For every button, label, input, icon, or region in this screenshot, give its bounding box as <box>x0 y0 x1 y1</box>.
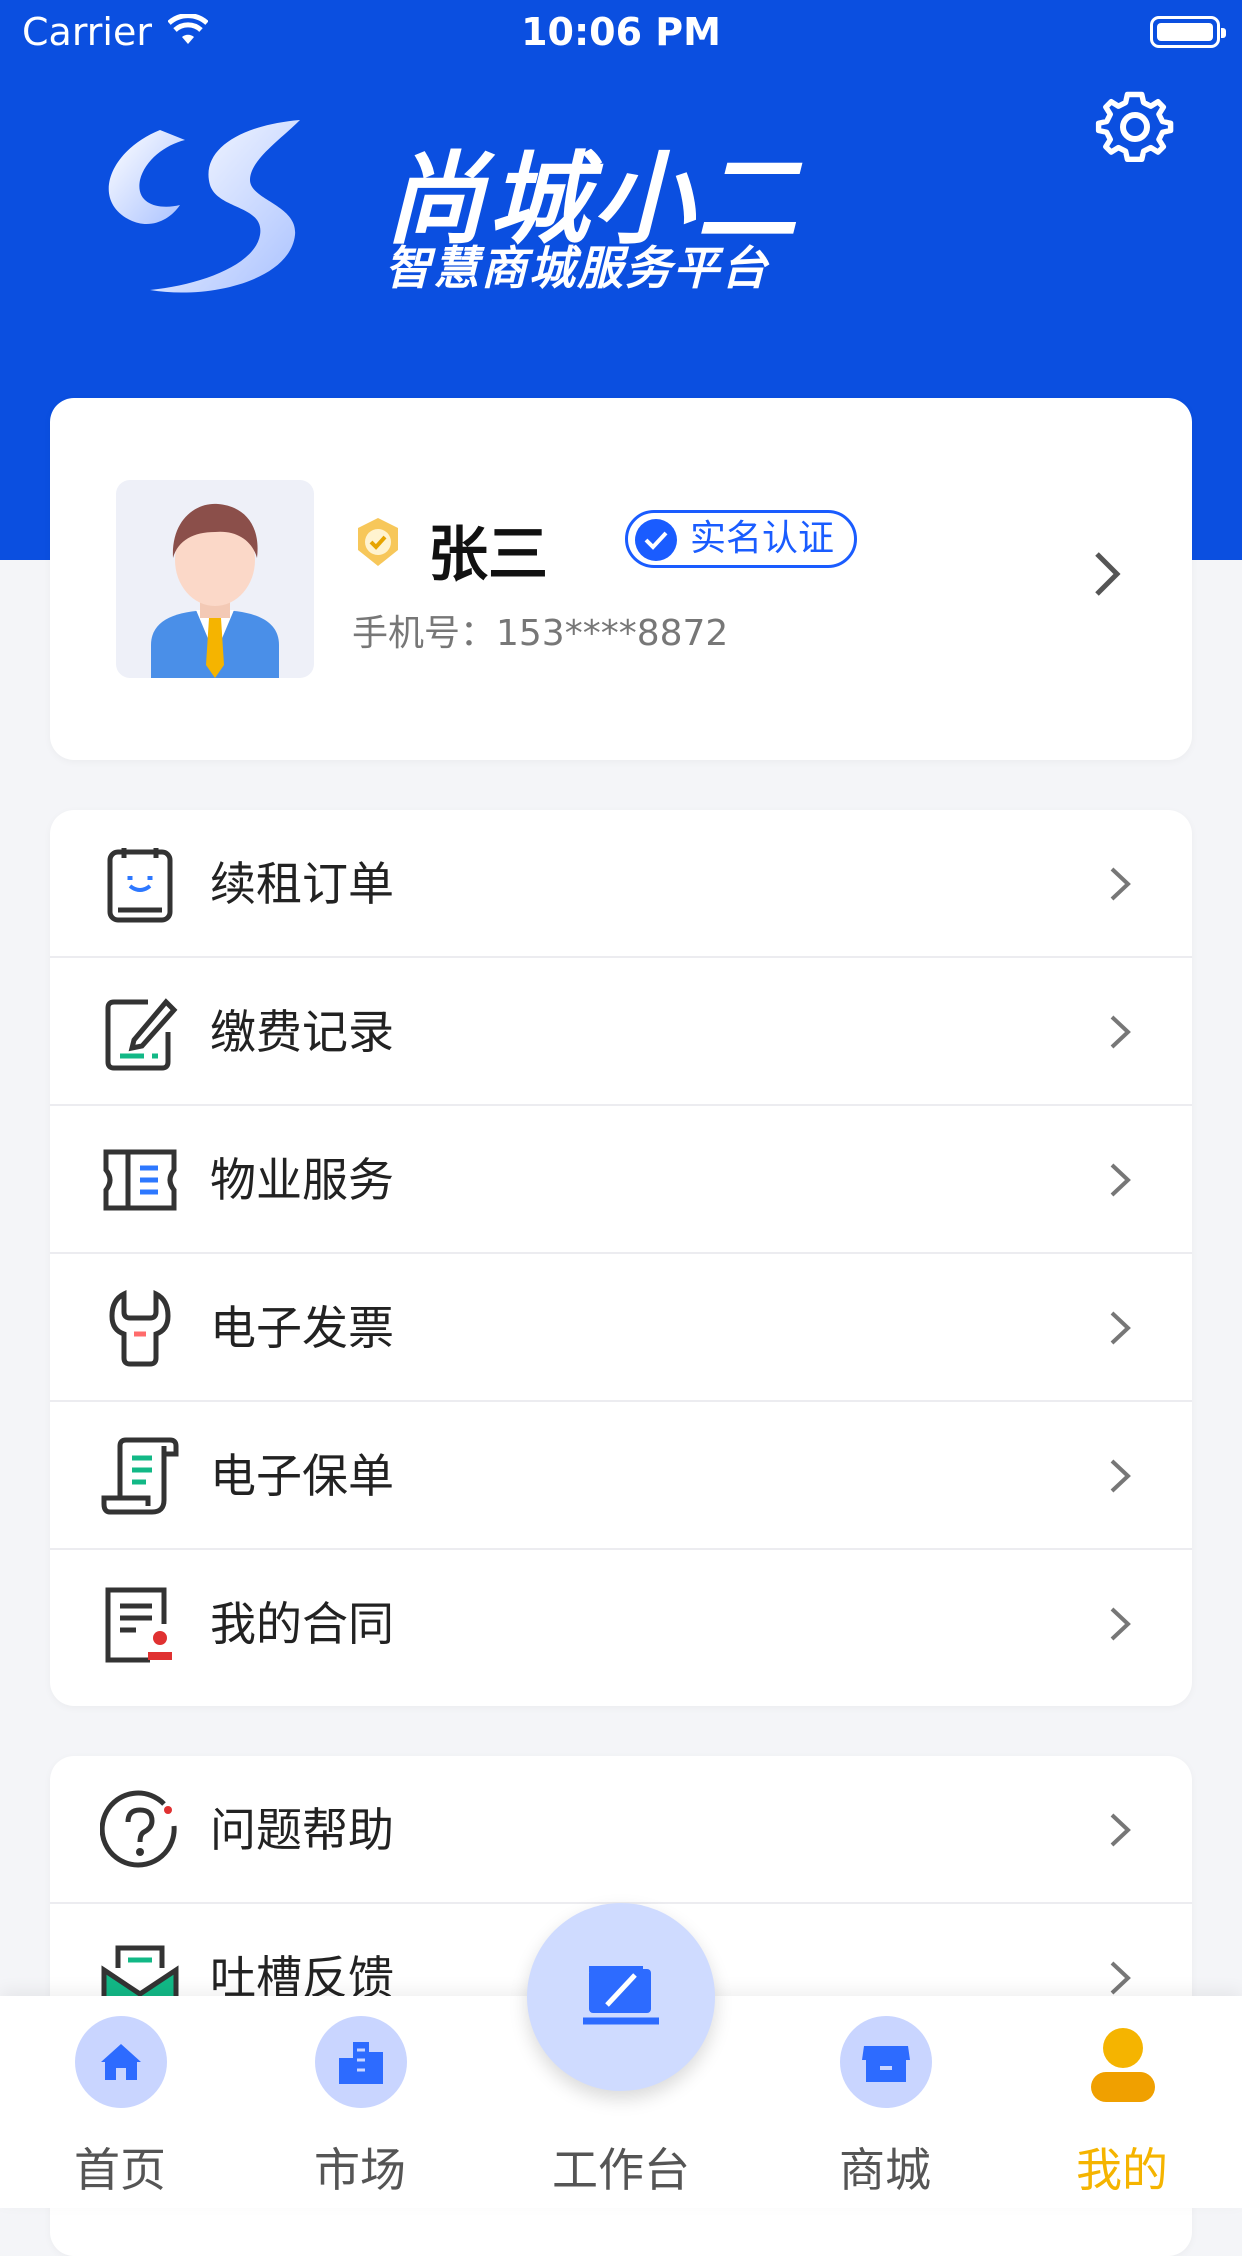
menu-item-payment-record[interactable]: 缴费记录 <box>50 958 1192 1106</box>
chevron-right-icon <box>1108 865 1132 907</box>
e-policy-icon <box>100 1436 180 1516</box>
chevron-right-icon <box>1108 1161 1132 1203</box>
phone-number: 手机号：153****8872 <box>352 613 729 654</box>
workbench-pen-icon <box>583 1966 659 2025</box>
tab-label: 我的 <box>1076 2143 1168 2197</box>
menu-item-help[interactable]: 问题帮助 <box>50 1756 1192 1904</box>
menu-item-renewal-order[interactable]: 续租订单 <box>50 810 1192 958</box>
tab-workbench-label: 工作台 <box>552 2143 690 2197</box>
tab-market[interactable]: 市场 <box>260 1996 460 2208</box>
menu-item-label: 缴费记录 <box>210 1005 394 1059</box>
profile-card[interactable]: 张三 实名认证 手机号：153****8872 <box>50 398 1192 760</box>
chevron-right-icon <box>1108 1811 1132 1853</box>
brand-subtitle: 智慧商城服务平台 <box>385 241 769 295</box>
brand-logo-icon <box>90 110 330 314</box>
status-bar: Carrier 10:06 PM <box>0 0 1242 70</box>
property-service-icon <box>100 1140 180 1220</box>
tab-home[interactable]: 首页 <box>20 1996 220 2208</box>
user-name: 张三 <box>428 520 548 590</box>
e-invoice-icon <box>100 1288 180 1368</box>
market-building-icon <box>315 2016 407 2108</box>
chevron-right-icon <box>1108 1013 1132 1055</box>
chevron-right-icon <box>1108 1959 1132 2001</box>
tab-label: 商城 <box>839 2143 931 2197</box>
menu-item-contract[interactable]: 我的合同 <box>50 1550 1192 1698</box>
contract-icon <box>100 1584 180 1664</box>
menu-item-label: 物业服务 <box>210 1153 394 1207</box>
menu-item-label: 续租订单 <box>210 857 394 911</box>
payment-record-icon <box>100 992 180 1072</box>
menu-item-label: 问题帮助 <box>210 1803 394 1857</box>
tab-label: 首页 <box>74 2143 166 2197</box>
tab-label: 市场 <box>314 2143 406 2197</box>
home-icon <box>75 2016 167 2108</box>
menu-item-label: 电子保单 <box>210 1449 394 1503</box>
help-icon <box>99 1790 180 1870</box>
user-icon <box>1077 2016 1169 2108</box>
tab-mall[interactable]: 商城 <box>785 1996 985 2208</box>
settings-gear-icon[interactable] <box>1095 90 1175 170</box>
menu-item-e-invoice[interactable]: 电子发票 <box>50 1254 1192 1402</box>
tab-mine[interactable]: 我的 <box>1022 1996 1222 2208</box>
service-menu: 续租订单 缴费记录 物业服务 电子发票 电子保单 我的合同 <box>50 810 1192 1706</box>
verified-badge: 实名认证 <box>625 510 858 568</box>
clock: 10:06 PM <box>521 10 721 54</box>
battery-icon <box>1150 16 1226 48</box>
menu-item-label: 电子发票 <box>210 1301 394 1355</box>
chevron-right-icon <box>1108 1605 1132 1647</box>
tab-workbench[interactable] <box>527 1903 715 2091</box>
menu-item-e-policy[interactable]: 电子保单 <box>50 1402 1192 1550</box>
verified-label: 实名认证 <box>690 518 835 559</box>
menu-item-property-service[interactable]: 物业服务 <box>50 1106 1192 1254</box>
vip-badge-icon <box>352 516 404 572</box>
chevron-right-icon <box>1108 1309 1132 1351</box>
renewal-order-icon <box>100 844 180 924</box>
menu-item-label: 我的合同 <box>210 1597 394 1651</box>
mall-store-icon <box>840 2016 932 2108</box>
chevron-right-icon <box>1092 550 1122 602</box>
avatar <box>116 480 314 678</box>
check-circle-icon <box>633 517 679 578</box>
chevron-right-icon <box>1108 1457 1132 1499</box>
